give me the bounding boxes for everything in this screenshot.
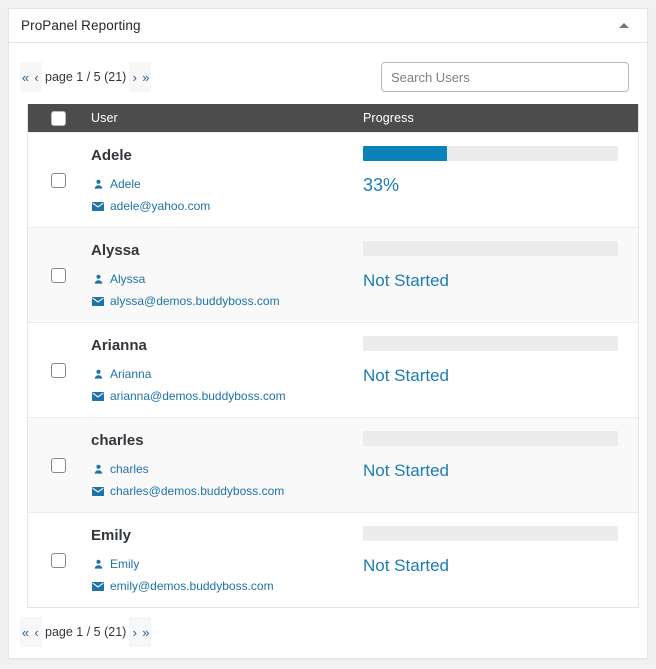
pagination-page-label: page 1 / 5 (21) (45, 70, 127, 84)
progress-label: 33% (363, 175, 400, 195)
progress-cell: Not Started (363, 323, 638, 417)
user-profile-link[interactable]: Alyssa (91, 271, 363, 288)
progress-cell: Not Started (363, 228, 638, 322)
user-profile-link[interactable]: charles (91, 461, 363, 478)
user-profile-link[interactable]: Arianna (91, 366, 363, 383)
row-select-cell (28, 323, 89, 417)
user-profile-link[interactable]: Adele (91, 176, 363, 193)
progress-bar-track (363, 431, 618, 446)
user-cell: Alyssa Alyssa alyssa@demos.buddyboss.com (89, 228, 363, 322)
select-all-checkbox[interactable] (51, 110, 66, 126)
pagination-last-button[interactable]: » (140, 617, 152, 647)
user-display-name: charles (91, 432, 144, 449)
progress-label: Not Started (363, 366, 449, 385)
users-table: User Progress Adele Adele adele@yahoo.co… (27, 104, 639, 608)
person-icon (91, 178, 105, 191)
search-input[interactable] (381, 62, 629, 92)
envelope-icon (91, 390, 105, 403)
panel-collapse-toggle[interactable] (609, 9, 639, 42)
pagination-prev-button[interactable]: ‹ (31, 617, 42, 647)
progress-bar-track (363, 526, 618, 541)
envelope-icon (91, 200, 105, 213)
progress-cell: Not Started (363, 418, 638, 512)
panel-header: ProPanel Reporting (9, 9, 647, 43)
progress-bar-track (363, 241, 618, 256)
progress-cell: 33% (363, 133, 638, 227)
person-icon (91, 368, 105, 381)
user-display-name: Arianna (91, 337, 147, 354)
progress-label: Not Started (363, 271, 449, 290)
person-icon (91, 273, 105, 286)
row-checkbox[interactable] (51, 267, 66, 283)
user-email-link[interactable]: charles@demos.buddyboss.com (91, 483, 363, 500)
pagination-next-button[interactable]: › (129, 62, 141, 92)
panel-body: « ‹ page 1 / 5 (21) › » User Progress (9, 43, 647, 647)
envelope-icon (91, 485, 105, 498)
user-email-link[interactable]: emily@demos.buddyboss.com (91, 578, 363, 595)
row-select-cell (28, 418, 89, 512)
user-email: emily@demos.buddyboss.com (110, 579, 274, 593)
user-email-link[interactable]: arianna@demos.buddyboss.com (91, 388, 363, 405)
user-cell: Emily Emily emily@demos.buddyboss.com (89, 513, 363, 607)
row-checkbox[interactable] (51, 457, 66, 473)
row-checkbox[interactable] (51, 362, 66, 378)
progress-bar-track (363, 146, 618, 161)
column-header-progress[interactable]: Progress (363, 111, 638, 125)
user-email: adele@yahoo.com (110, 199, 211, 213)
user-username: Adele (110, 177, 141, 191)
user-username: Alyssa (110, 272, 146, 286)
row-checkbox[interactable] (51, 552, 66, 568)
table-row: Arianna Arianna arianna@demos.buddyboss.… (28, 322, 638, 417)
user-cell: charles charles charles@demos.buddyboss.… (89, 418, 363, 512)
pagination-first-button[interactable]: « (20, 62, 31, 92)
pagination-page-label: page 1 / 5 (21) (45, 625, 127, 639)
progress-bar-fill (363, 146, 448, 161)
table-row: Emily Emily emily@demos.buddyboss.com No… (28, 512, 638, 607)
user-display-name: Adele (91, 147, 132, 164)
row-checkbox[interactable] (51, 172, 66, 188)
user-display-name: Emily (91, 527, 132, 544)
user-cell: Adele Adele adele@yahoo.com (89, 133, 363, 227)
table-toolbar: « ‹ page 1 / 5 (21) › » (18, 53, 638, 100)
table-row: Adele Adele adele@yahoo.com 33% (28, 132, 638, 227)
user-profile-link[interactable]: Emily (91, 556, 363, 573)
envelope-icon (91, 295, 105, 308)
row-select-cell (28, 513, 89, 607)
user-email-link[interactable]: alyssa@demos.buddyboss.com (91, 293, 363, 310)
envelope-icon (91, 580, 105, 593)
user-username: Arianna (110, 367, 152, 381)
user-username: Emily (110, 557, 140, 571)
pagination-last-button[interactable]: » (140, 62, 152, 92)
progress-bar-track (363, 336, 618, 351)
progress-label: Not Started (363, 461, 449, 480)
user-email: arianna@demos.buddyboss.com (110, 389, 286, 403)
row-select-cell (28, 228, 89, 322)
user-email: charles@demos.buddyboss.com (110, 484, 285, 498)
person-icon (91, 558, 105, 571)
table-row: charles charles charles@demos.buddyboss.… (28, 417, 638, 512)
user-cell: Arianna Arianna arianna@demos.buddyboss.… (89, 323, 363, 417)
table-header-row: User Progress (28, 104, 638, 132)
table-row: Alyssa Alyssa alyssa@demos.buddyboss.com (28, 227, 638, 322)
caret-up-icon (619, 23, 629, 28)
progress-label: Not Started (363, 556, 449, 575)
user-username: charles (110, 462, 149, 476)
user-email-link[interactable]: adele@yahoo.com (91, 198, 363, 215)
pagination-first-button[interactable]: « (20, 617, 31, 647)
pagination-top: « ‹ page 1 / 5 (21) › » (20, 62, 152, 92)
row-select-cell (28, 133, 89, 227)
pagination-prev-button[interactable]: ‹ (31, 62, 42, 92)
page-title: ProPanel Reporting (21, 18, 141, 33)
person-icon (91, 463, 105, 476)
user-email: alyssa@demos.buddyboss.com (110, 294, 280, 308)
column-header-user[interactable]: User (89, 111, 363, 125)
user-display-name: Alyssa (91, 242, 140, 259)
pagination-bottom: « ‹ page 1 / 5 (21) › » (20, 617, 638, 647)
propanel-reporting-panel: ProPanel Reporting « ‹ page 1 / 5 (21) ›… (8, 8, 648, 659)
select-all-cell (28, 110, 89, 126)
progress-cell: Not Started (363, 513, 638, 607)
pagination-next-button[interactable]: › (129, 617, 141, 647)
